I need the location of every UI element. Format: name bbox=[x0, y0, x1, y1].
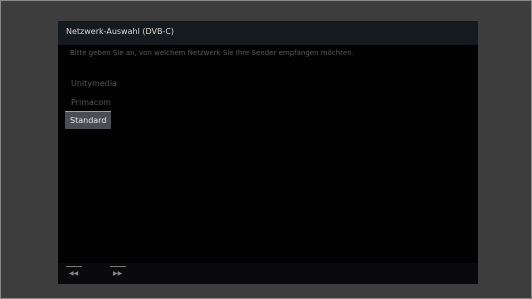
instruction-text: Bitte geben Sie an, von welchem Netzwerk… bbox=[70, 49, 354, 57]
tv-frame: Netzwerk-Auswahl (DVB-C) Bitte geben Sie… bbox=[0, 0, 532, 299]
rewind-icon: ◀◀ bbox=[69, 270, 79, 277]
network-option-primacom[interactable]: Primacom bbox=[69, 96, 113, 109]
bottom-navigation-bar: ◀◀ ▶▶ bbox=[58, 263, 478, 284]
fast-forward-icon: ▶▶ bbox=[113, 270, 123, 277]
network-selection-screen: Netzwerk-Auswahl (DVB-C) Bitte geben Sie… bbox=[58, 21, 478, 284]
fast-forward-button[interactable]: ▶▶ bbox=[110, 266, 128, 280]
rewind-button[interactable]: ◀◀ bbox=[66, 266, 84, 280]
rewind-button-indicator bbox=[66, 266, 82, 267]
network-option-standard[interactable]: Standard bbox=[65, 111, 112, 129]
title-bar: Netzwerk-Auswahl (DVB-C) bbox=[58, 21, 478, 45]
fast-forward-button-indicator bbox=[110, 266, 126, 267]
network-option-unitymedia[interactable]: Unitymedia bbox=[69, 77, 119, 90]
screen-title: Netzwerk-Auswahl (DVB-C) bbox=[66, 27, 175, 36]
